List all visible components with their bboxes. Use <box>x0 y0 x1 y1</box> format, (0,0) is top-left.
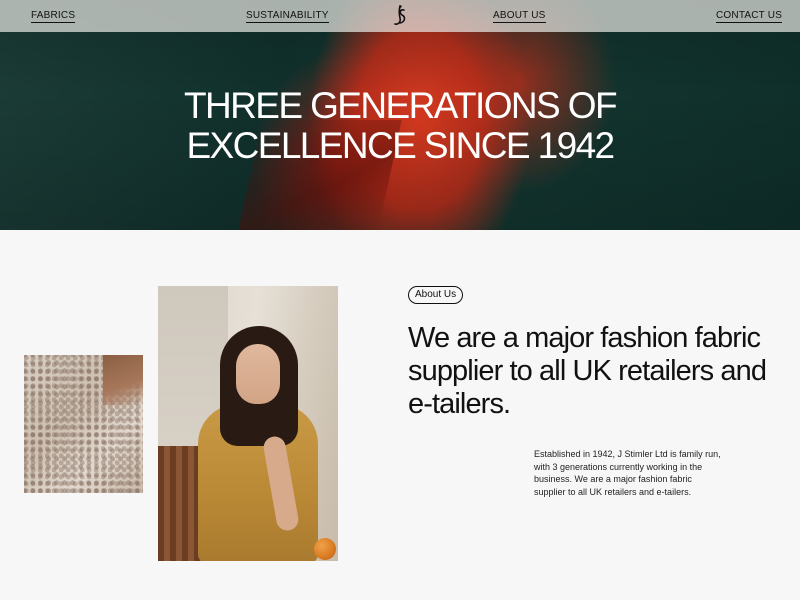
about-headline: We are a major fashion fabric supplier t… <box>408 322 767 420</box>
knit-fabric-photo <box>24 355 143 493</box>
photo-face <box>236 344 280 404</box>
photo-fruit <box>314 538 336 560</box>
nav-link-contact-us[interactable]: CONTACT US <box>716 10 783 23</box>
about-us-badge: About Us <box>408 286 464 304</box>
hero-title-line-1: THREE GENERATIONS OF <box>184 85 618 126</box>
model-portrait-photo <box>158 286 338 561</box>
top-navigation: FABRICS SUSTAINABILITY ABOUT US CONTACT … <box>0 0 800 32</box>
nav-link-about-us[interactable]: ABOUT US <box>493 10 546 23</box>
nav-link-fabrics[interactable]: FABRICS <box>31 10 76 23</box>
nav-link-sustainability[interactable]: SUSTAINABILITY <box>246 10 329 23</box>
about-body-text: Established in 1942, J Stimler Ltd is fa… <box>534 449 721 497</box>
js-monogram-icon[interactable] <box>388 4 412 28</box>
hero-title-line-2: EXCELLENCE SINCE 1942 <box>186 125 615 166</box>
hero-title: THREE GENERATIONS OF EXCELLENCE SINCE 19… <box>0 86 800 166</box>
